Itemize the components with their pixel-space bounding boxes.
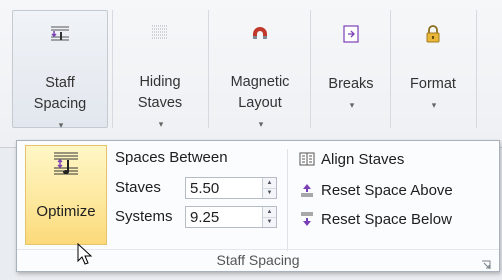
spin-up-icon[interactable]: ▲ (263, 207, 276, 217)
reset-space-above-label: Reset Space Above (321, 181, 453, 199)
spin-down-icon[interactable]: ▼ (263, 187, 276, 199)
staves-value[interactable]: 5.50 (190, 180, 219, 197)
chevron-down-icon: ▾ (349, 100, 355, 110)
magnetic-layout-label-2: Layout (238, 95, 282, 111)
staff-spacing-button[interactable]: Staff Spacing ▾ (12, 10, 108, 130)
staff-spacing-icon (48, 23, 72, 45)
staff-spacing-label-2: Spacing (33, 96, 87, 112)
format-button[interactable]: Format ▾ (396, 10, 470, 128)
reset-space-above-icon (299, 182, 315, 198)
reset-space-below-label: Reset Space Below (321, 210, 452, 228)
chevron-down-icon: ▾ (158, 119, 164, 129)
breaks-button[interactable]: Breaks ▾ (316, 10, 386, 128)
dialog-launcher-icon[interactable] (481, 257, 491, 269)
systems-value[interactable]: 9.25 (190, 209, 219, 226)
align-staves-label: Align Staves (321, 150, 405, 168)
hiding-staves-icon (148, 22, 172, 44)
align-staves-icon (299, 151, 315, 167)
spin-up-icon[interactable]: ▲ (263, 178, 276, 188)
staff-spacing-label-1: Staff (45, 75, 75, 91)
ribbon-separator (112, 10, 113, 128)
systems-spinner[interactable]: 9.25 ▲ ▼ (185, 206, 277, 228)
reset-space-below-button[interactable]: Reset Space Below (299, 208, 452, 230)
ribbon-separator (310, 10, 311, 128)
chevron-down-icon: ▾ (258, 119, 264, 129)
format-label: Format (410, 76, 456, 92)
hiding-staves-button[interactable]: Hiding Staves ▾ (118, 10, 202, 129)
magnetic-layout-label-1: Magnetic (230, 74, 290, 90)
staves-spinner[interactable]: 5.50 ▲ ▼ (185, 177, 277, 199)
ribbon-separator (476, 10, 477, 128)
systems-label: Systems (115, 208, 173, 225)
format-lock-icon (421, 22, 445, 46)
ribbon: Staff Spacing ▾ Hiding Staves ▾ Magnetic… (0, 0, 502, 148)
breaks-icon (339, 22, 363, 46)
reset-space-below-icon (299, 211, 315, 227)
align-staves-button[interactable]: Align Staves (299, 148, 404, 170)
chevron-down-icon: ▾ (431, 100, 437, 110)
ribbon-separator (390, 10, 391, 128)
magnetic-layout-button[interactable]: Magnetic Layout ▾ (214, 10, 306, 129)
chevron-down-icon: ▾ (58, 120, 64, 130)
hiding-staves-label-1: Hiding (139, 74, 181, 90)
reset-space-above-button[interactable]: Reset Space Above (299, 179, 453, 201)
hiding-staves-label-2: Staves (137, 95, 183, 111)
optimize-button[interactable]: Optimize (25, 145, 107, 245)
spaces-between-heading: Spaces Between (115, 149, 228, 166)
panel-separator (287, 149, 288, 251)
spin-down-icon[interactable]: ▼ (263, 216, 276, 228)
mouse-cursor-icon (77, 242, 93, 270)
breaks-label: Breaks (328, 76, 374, 92)
magnet-icon (248, 22, 272, 44)
ribbon-separator (208, 10, 209, 128)
optimize-label: Optimize (36, 203, 96, 220)
staves-label: Staves (115, 179, 161, 196)
optimize-icon (51, 150, 81, 181)
